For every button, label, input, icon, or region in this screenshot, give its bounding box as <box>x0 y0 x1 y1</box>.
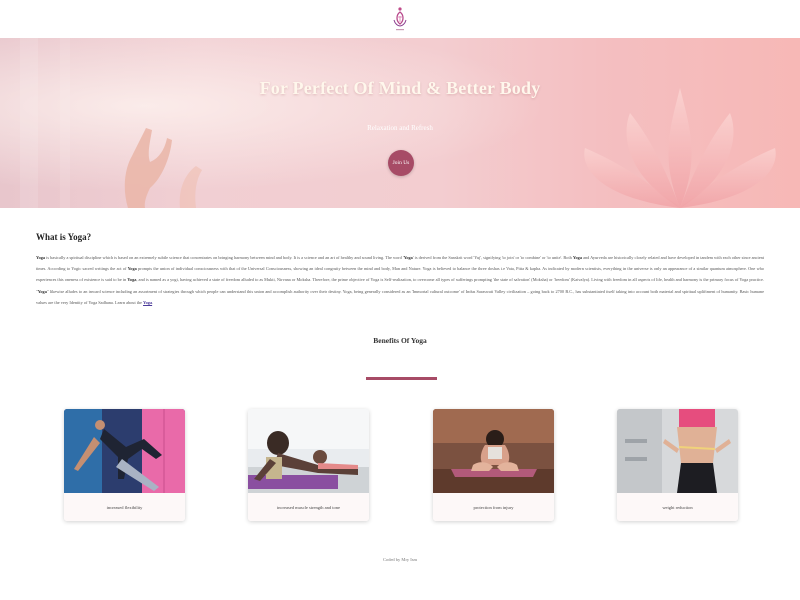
muscle-strength-image <box>248 409 369 493</box>
yoga-learn-more-link[interactable]: Yoga <box>143 300 152 305</box>
site-header <box>0 0 800 38</box>
text-run: . <box>152 299 154 305</box>
benefits-title: Benefits Of Yoga <box>373 336 427 345</box>
injury-protection-image <box>433 409 554 493</box>
bold-word: Yoga <box>572 255 582 260</box>
flexibility-image <box>64 409 185 493</box>
benefits-divider <box>366 377 437 380</box>
text-run: is basically a spiritual discipline whic… <box>45 255 404 260</box>
benefit-card-muscle-strength[interactable]: increased muscle strength and tone <box>248 409 369 521</box>
bold-word: Yoga <box>127 277 137 283</box>
benefit-card-injury-protection[interactable]: protection from injury <box>433 409 554 521</box>
join-us-button[interactable]: Join Us <box>388 150 414 176</box>
footer-credit: Coded by Mry Ism <box>382 557 418 562</box>
card-caption: increased flexibility <box>64 493 185 521</box>
weight-reduction-image <box>617 409 738 493</box>
text-run: ' is derived from the Sanskrit word 'Yuj… <box>412 255 573 260</box>
hero-background-image <box>0 38 800 208</box>
bold-word: Yoga <box>36 255 46 260</box>
hero-subtitle: Relaxation and Refresh <box>367 124 433 132</box>
card-caption: weight reduction <box>617 493 738 521</box>
benefit-card-flexibility[interactable]: increased flexibility <box>64 409 185 521</box>
lotus-logo-icon[interactable] <box>389 4 411 34</box>
card-caption: increased muscle strength and tone <box>248 493 369 521</box>
benefit-card-weight-reduction[interactable]: weight reduction <box>617 409 738 521</box>
about-section: What is Yoga? Yoga is basically a spirit… <box>0 232 800 308</box>
about-paragraph: Yoga is basically a spiritual discipline… <box>36 252 764 308</box>
card-caption: protection from injury <box>433 493 554 521</box>
about-title: What is Yoga? <box>36 232 92 242</box>
bold-word: Yoga <box>127 266 137 272</box>
hero-title: For Perfect Of Mind & Better Body <box>259 78 541 98</box>
bold-word: Yoga <box>403 255 413 260</box>
bold-word: Yoga <box>37 288 47 294</box>
hero-banner: For Perfect Of Mind & Better Body Relaxa… <box>0 38 800 208</box>
